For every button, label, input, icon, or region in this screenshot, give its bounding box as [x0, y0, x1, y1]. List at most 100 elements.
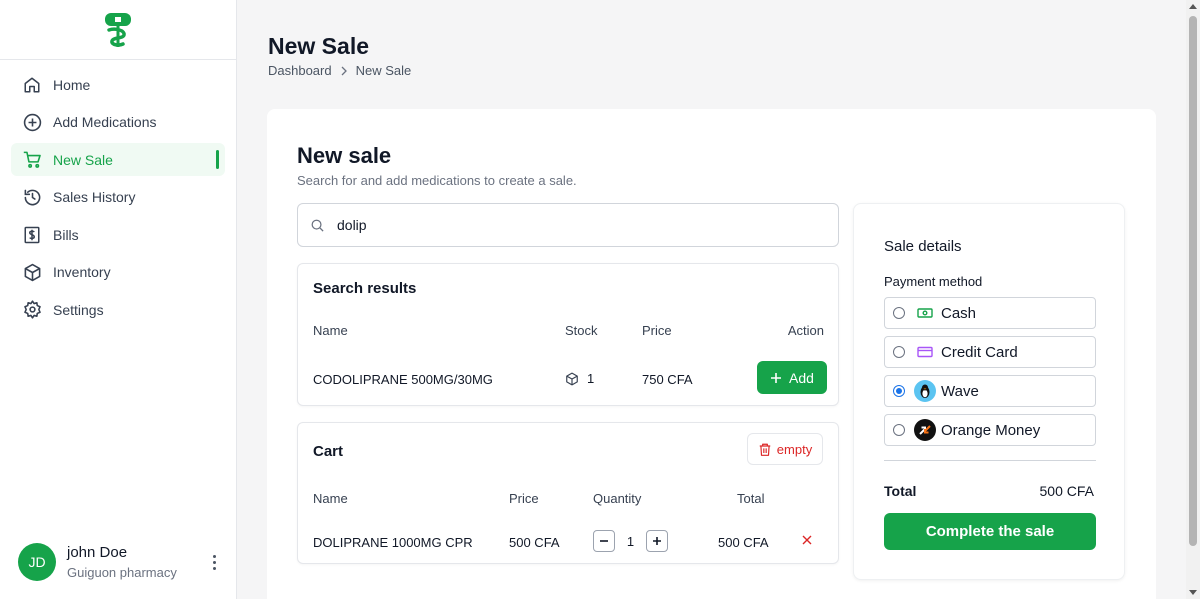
cart-icon	[22, 150, 42, 170]
quantity-value: 1	[626, 533, 635, 549]
scrollbar-thumb[interactable]	[1189, 16, 1197, 546]
radio-button[interactable]	[893, 307, 905, 319]
breadcrumb-dashboard[interactable]: Dashboard	[268, 63, 332, 78]
card-subtitle: Search for and add medications to create…	[297, 173, 577, 188]
scrollbar[interactable]	[1186, 0, 1200, 599]
sidebar-item-label: Inventory	[53, 264, 111, 280]
sidebar-item-home[interactable]: Home	[11, 68, 225, 101]
scroll-up-icon[interactable]	[1189, 4, 1197, 9]
chevron-right-icon	[341, 66, 347, 75]
result-stock: 1	[565, 371, 594, 386]
search-input[interactable]	[337, 217, 817, 233]
active-indicator	[216, 150, 219, 169]
column-header-quantity: Quantity	[593, 491, 642, 506]
user-organization: Guiguon pharmacy	[67, 565, 177, 580]
payment-option-label: Wave	[941, 382, 979, 400]
search-results-title: Search results	[313, 280, 417, 297]
breadcrumb: Dashboard New Sale	[268, 63, 411, 78]
credit-card-icon	[914, 341, 936, 363]
sale-details-panel: Sale details Payment method Cash Credit …	[853, 203, 1125, 580]
column-header-action: Action	[787, 323, 824, 338]
more-options-icon[interactable]	[206, 554, 222, 570]
pharmacy-logo-icon	[105, 12, 131, 47]
sidebar-item-label: Settings	[53, 301, 104, 318]
sale-details-title: Sale details	[884, 238, 962, 255]
history-icon	[22, 187, 42, 207]
column-header-price: Price	[642, 323, 672, 338]
result-price: 750 CFA	[642, 372, 693, 387]
increase-quantity-button[interactable]	[646, 530, 668, 552]
payment-option-cash[interactable]: Cash	[884, 297, 1096, 329]
cash-icon	[914, 302, 936, 324]
sidebar-item-inventory[interactable]: Inventory	[11, 256, 225, 289]
add-button-label: Add	[789, 369, 814, 386]
sidebar-item-label: Add Medications	[53, 114, 157, 130]
payment-option-wave[interactable]: Wave	[884, 375, 1096, 407]
cart-item-total: 500 CFA	[718, 535, 769, 550]
payment-option-label: Cash	[941, 304, 977, 322]
radio-button[interactable]	[893, 346, 905, 358]
sidebar-item-bills[interactable]: Bills	[11, 218, 225, 251]
column-header-stock: Stock	[565, 323, 598, 338]
user-name: john Doe	[67, 544, 128, 561]
empty-cart-button[interactable]: empty	[747, 433, 823, 465]
cart-title: Cart	[313, 443, 344, 460]
quantity-stepper: 1	[593, 530, 668, 552]
scroll-down-icon[interactable]	[1189, 590, 1197, 595]
result-name: CODOLIPRANE 500MG/30MG	[313, 372, 493, 387]
gear-icon	[22, 300, 42, 320]
search-results-panel: Search results Name Stock Price Action C…	[297, 263, 839, 406]
payment-option-label: Credit Card	[941, 343, 1018, 361]
sidebar-item-label: New Sale	[53, 151, 113, 168]
search-icon	[311, 219, 324, 232]
sidebar: Home Add Medications New Sale Sales Hist…	[0, 0, 237, 599]
sidebar-item-settings[interactable]: Settings	[11, 293, 225, 326]
total-value: 500 CFA	[1039, 483, 1094, 499]
plus-icon	[771, 372, 782, 383]
decrease-quantity-button[interactable]	[593, 530, 615, 552]
card-title: New sale	[297, 143, 392, 168]
radio-button[interactable]	[893, 424, 905, 436]
complete-sale-button[interactable]: Complete the sale	[884, 513, 1096, 550]
cart-item-name: DOLIPRANE 1000MG CPR	[313, 535, 473, 550]
user-profile: JD john Doe Guiguon pharmacy	[18, 543, 222, 581]
payment-method-label: Payment method	[884, 274, 983, 289]
new-sale-card: New sale Search for and add medications …	[267, 109, 1156, 599]
column-header-price: Price	[509, 491, 539, 506]
sidebar-nav: Home Add Medications New Sale Sales Hist…	[0, 60, 236, 339]
stock-value: 1	[587, 371, 595, 386]
add-to-cart-button[interactable]: Add	[757, 361, 827, 394]
logo	[0, 0, 236, 60]
dollar-bill-icon	[22, 225, 42, 245]
box-icon	[22, 262, 42, 282]
plus-circle-icon	[22, 112, 42, 132]
remove-item-icon[interactable]	[802, 535, 812, 545]
avatar: JD	[18, 543, 56, 581]
column-header-name: Name	[313, 323, 348, 338]
radio-button[interactable]	[893, 385, 905, 397]
cart-item-price: 500 CFA	[509, 535, 560, 550]
empty-button-label: empty	[776, 441, 813, 457]
sidebar-item-new-sale[interactable]: New Sale	[11, 143, 225, 176]
plus-icon	[653, 537, 661, 545]
minus-icon	[600, 540, 608, 542]
sidebar-item-label: Sales History	[53, 189, 136, 205]
column-header-total: Total	[737, 491, 765, 506]
page-title: New Sale	[268, 33, 369, 59]
sidebar-item-label: Home	[53, 76, 91, 93]
sidebar-item-label: Bills	[53, 226, 79, 243]
payment-option-orange-money[interactable]: Orange Money	[884, 414, 1096, 446]
box-icon	[566, 372, 578, 385]
total-label: Total	[884, 483, 917, 499]
sidebar-item-sales-history[interactable]: Sales History	[11, 181, 225, 214]
wave-logo-icon	[914, 380, 936, 402]
sidebar-item-add-medications[interactable]: Add Medications	[11, 106, 225, 139]
trash-icon	[759, 443, 771, 456]
search-box	[297, 203, 839, 247]
breadcrumb-current: New Sale	[355, 63, 412, 78]
payment-option-credit-card[interactable]: Credit Card	[884, 336, 1096, 368]
cart-panel: Cart empty Name Price Quantity Total DOL…	[297, 422, 839, 564]
home-icon	[22, 75, 42, 95]
column-header-name: Name	[313, 491, 348, 506]
divider	[884, 460, 1096, 461]
